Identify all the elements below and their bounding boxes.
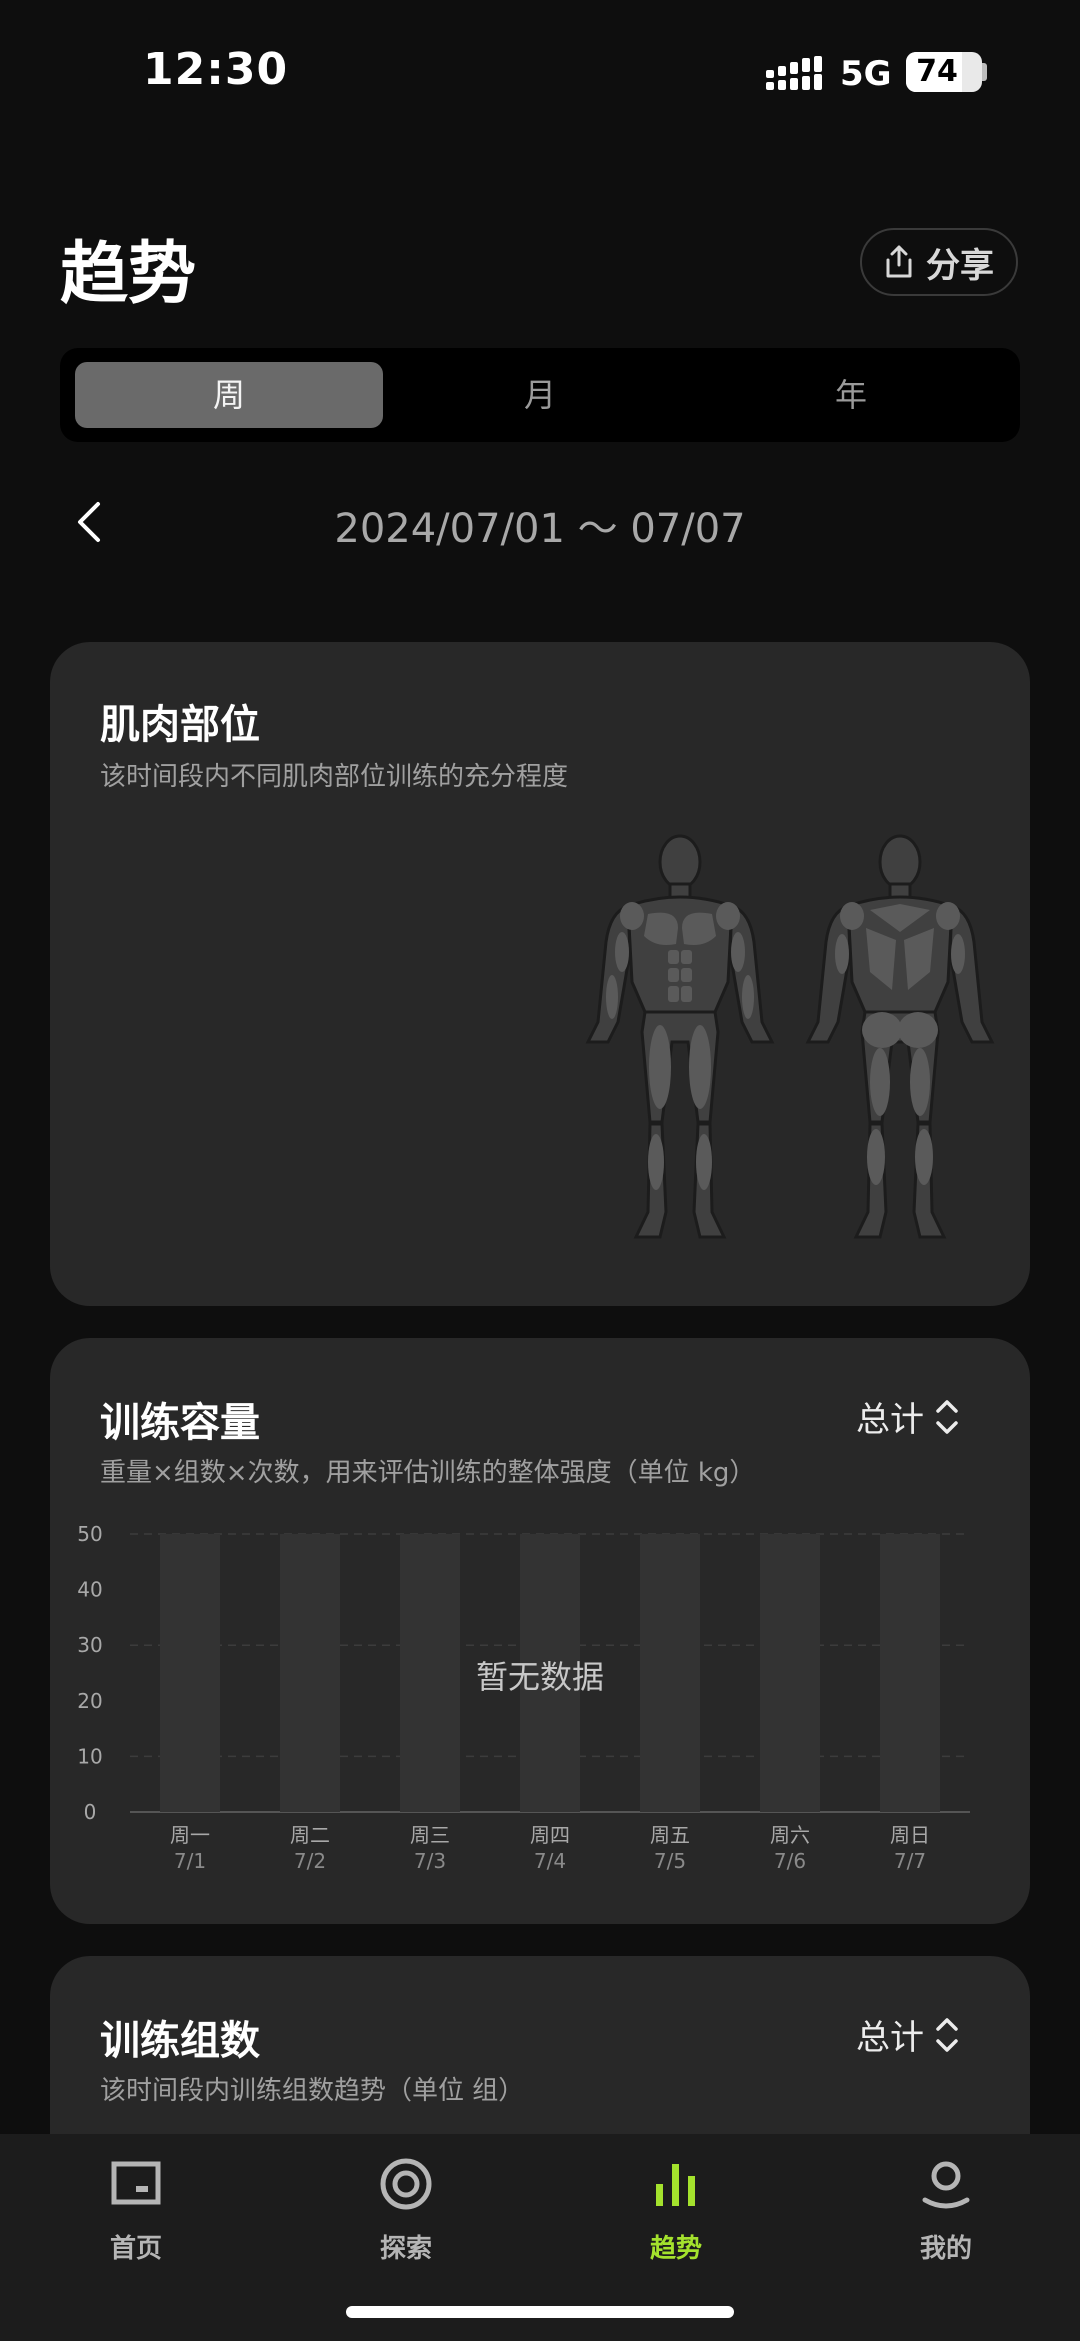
volume-bar-chart: 01020304050周一7/1周二7/2周三7/3周四7/4周五7/5周六7/… bbox=[77, 1522, 970, 1873]
x-date-label: 7/6 bbox=[774, 1849, 806, 1873]
y-tick-label: 10 bbox=[77, 1744, 102, 1768]
page-title: 趋势 bbox=[60, 235, 197, 314]
x-tick-label: 周五 bbox=[650, 1823, 690, 1847]
x-date-label: 7/5 bbox=[654, 1849, 686, 1873]
share-button[interactable]: 分享 bbox=[860, 228, 1018, 296]
network-type: 5G bbox=[840, 54, 892, 94]
nav-profile-label: 我的 bbox=[919, 2234, 972, 2264]
muscle-card-subtitle: 该时间段内不同肌肉部位训练的充分程度 bbox=[100, 762, 569, 792]
volume-card: 训练容量 总计 重量×组数×次数，用来评估训练的整体强度（单位 kg） 0 10 2… bbox=[50, 1338, 1030, 1924]
profile-icon bbox=[922, 2161, 970, 2209]
sets-card-title: 训练组数 bbox=[100, 2018, 260, 2064]
muscle-card[interactable]: 肌肉部位 该时间段内不同肌肉部位训练的充分程度 bbox=[50, 642, 1030, 1306]
tab-month[interactable]: 月 bbox=[386, 362, 694, 428]
x-date-label: 7/2 bbox=[294, 1849, 326, 1873]
battery-cap bbox=[982, 63, 987, 81]
x-tick-label: 周一 bbox=[170, 1823, 210, 1847]
trends-icon bbox=[656, 2164, 695, 2206]
muscle-body-map[interactable] bbox=[570, 832, 1030, 1252]
share-icon bbox=[886, 245, 912, 278]
x-date-label: 7/3 bbox=[414, 1849, 446, 1873]
no-data-label: 暂无数据 bbox=[475, 1658, 604, 1696]
sets-dropdown-label: 总计 bbox=[856, 2018, 924, 2058]
y-tick-label: 50 bbox=[77, 1522, 102, 1546]
y-tick-label: 0 bbox=[84, 1800, 97, 1824]
chevron-up-down-icon bbox=[936, 2017, 958, 2052]
battery-level: 74 bbox=[916, 54, 958, 89]
y-tick-label: 40 bbox=[77, 1578, 102, 1602]
x-date-label: 7/4 bbox=[534, 1849, 566, 1873]
sets-total-dropdown[interactable]: 总计 bbox=[856, 2010, 960, 2059]
status-time: 12:30 bbox=[143, 44, 289, 95]
body-front-figure bbox=[585, 834, 775, 1239]
nav-trends[interactable]: 趋势 bbox=[576, 2154, 776, 2265]
share-label: 分享 bbox=[926, 245, 994, 286]
date-range-label: 2024/07/01 ～ 07/07 bbox=[334, 506, 746, 552]
tab-week[interactable]: 周 bbox=[75, 362, 383, 428]
x-tick-label: 周二 bbox=[290, 1823, 330, 1847]
nav-explore[interactable]: 探索 bbox=[306, 2154, 506, 2265]
home-icon bbox=[111, 2161, 161, 2205]
x-tick-label: 周四 bbox=[530, 1823, 570, 1847]
nav-trends-label: 趋势 bbox=[649, 2234, 702, 2264]
period-segmented-control: 周 月 年 bbox=[60, 348, 1020, 442]
x-tick-label: 周三 bbox=[410, 1823, 450, 1847]
cellular-signal-icon bbox=[766, 56, 822, 90]
muscle-card-title: 肌肉部位 bbox=[100, 702, 260, 748]
nav-profile[interactable]: 我的 bbox=[846, 2154, 1046, 2265]
sets-card-subtitle: 该时间段内训练组数趋势（单位 组） bbox=[100, 2076, 525, 2106]
x-tick-label: 周六 bbox=[770, 1823, 810, 1847]
x-date-label: 7/1 bbox=[174, 1849, 206, 1873]
explore-icon bbox=[380, 2158, 432, 2210]
x-date-label: 7/7 bbox=[894, 1849, 926, 1873]
nav-home[interactable]: 首页 bbox=[36, 2154, 236, 2265]
tab-year[interactable]: 年 bbox=[697, 362, 1005, 428]
nav-home-label: 首页 bbox=[109, 2234, 162, 2264]
home-indicator bbox=[346, 2306, 734, 2318]
battery-indicator: 74 bbox=[906, 52, 982, 92]
nav-explore-label: 探索 bbox=[379, 2234, 432, 2264]
x-tick-label: 周日 bbox=[890, 1823, 930, 1847]
